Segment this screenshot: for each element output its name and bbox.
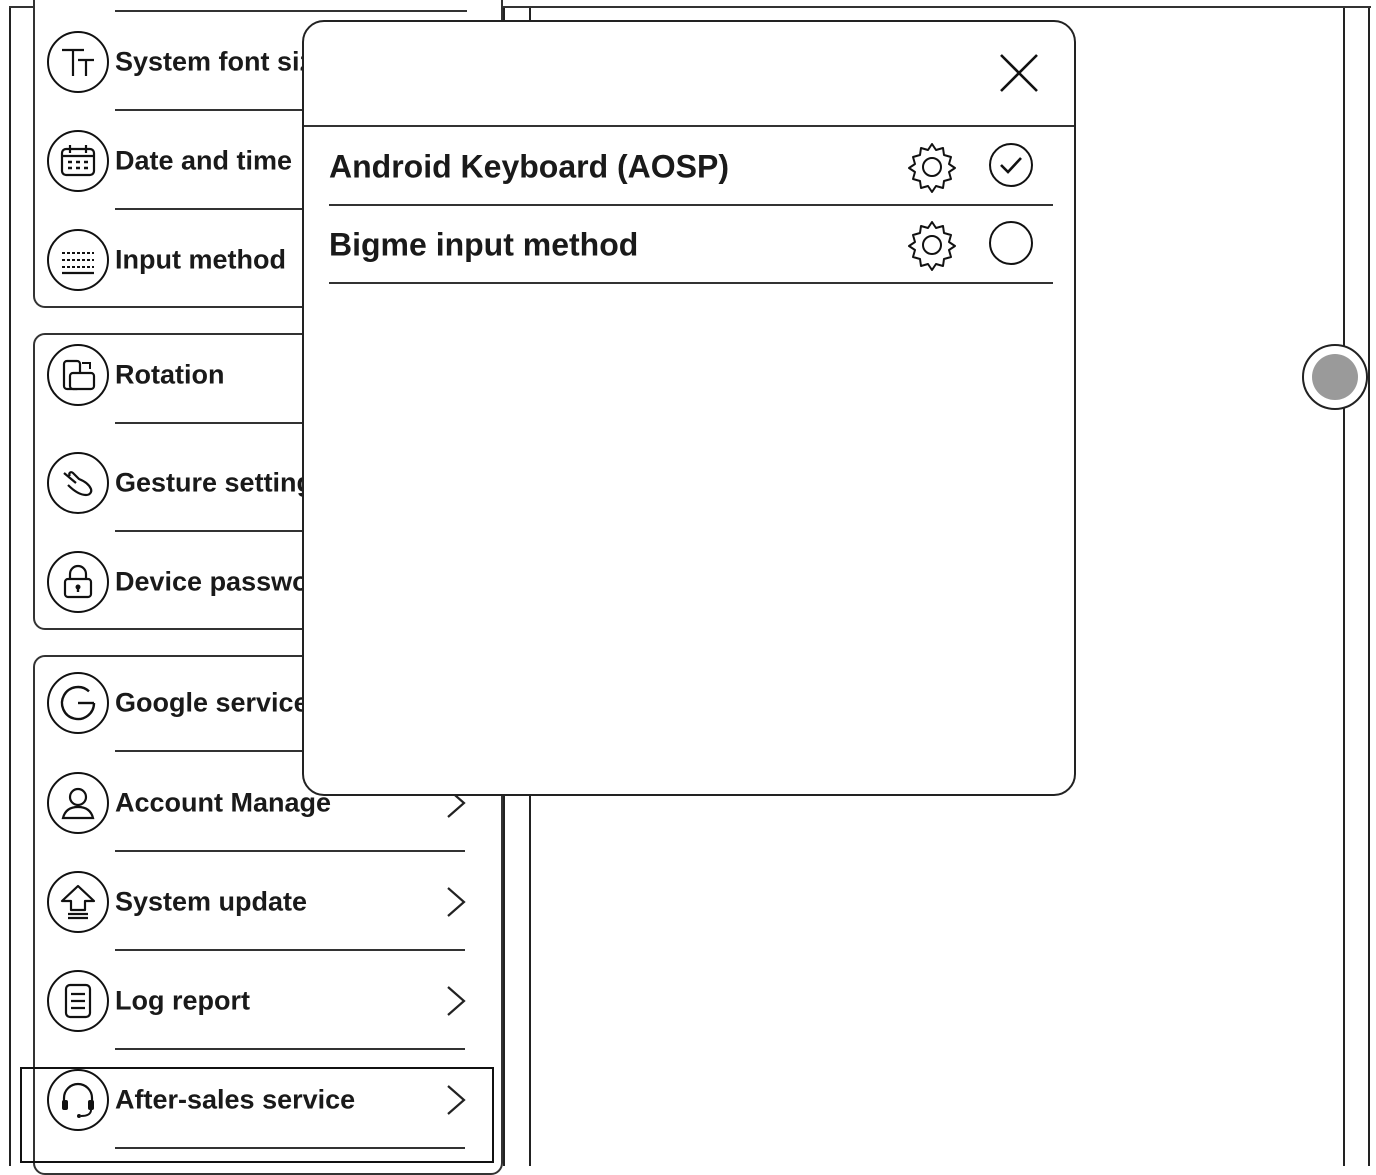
frame-right-line-inner <box>1343 8 1345 1166</box>
row-label: Google service <box>115 687 309 717</box>
row-label: Date and time <box>115 145 293 175</box>
floating-ball-button[interactable] <box>1302 344 1368 410</box>
option-label: Android Keyboard (AOSP) <box>329 148 730 185</box>
dialog-header-divider <box>304 125 1074 127</box>
update-icon <box>47 870 109 933</box>
calendar-icon <box>47 129 109 192</box>
row-label: Log report <box>115 985 250 1015</box>
chevron-right-icon <box>447 985 466 1016</box>
rotation-icon <box>47 343 109 406</box>
google-icon <box>47 671 109 734</box>
frame-left-line <box>9 8 11 1166</box>
frame-right-line-outer <box>1368 8 1370 1166</box>
input-method-option-aosp[interactable]: Android Keyboard (AOSP) <box>329 128 1053 206</box>
option-divider <box>329 282 1053 284</box>
row-system-update[interactable]: System update <box>35 852 501 951</box>
font-size-icon <box>47 30 109 93</box>
row-label: System font size <box>115 46 329 76</box>
gesture-icon <box>47 451 109 514</box>
row-label: Account Manage <box>115 787 332 817</box>
floating-ball-inner <box>1312 354 1358 400</box>
input-method-option-bigme[interactable]: Bigme input method <box>329 206 1053 284</box>
close-icon[interactable] <box>998 52 1040 94</box>
input-method-dialog: Android Keyboard (AOSP) Bigme input meth… <box>302 20 1076 796</box>
gear-icon[interactable] <box>905 218 959 272</box>
radio-selected-checkmark[interactable] <box>989 143 1033 187</box>
account-icon <box>47 771 109 834</box>
document-icon <box>47 969 109 1032</box>
gear-icon[interactable] <box>905 140 959 194</box>
row-log-report[interactable]: Log report <box>35 951 501 1050</box>
selection-highlight-box <box>20 1067 494 1163</box>
row-label: Rotation <box>115 359 225 389</box>
row-label: Gesture settings <box>115 467 329 497</box>
keyboard-icon <box>47 228 109 291</box>
option-label: Bigme input method <box>329 226 639 263</box>
row-label: Input method <box>115 244 286 274</box>
chevron-right-icon <box>447 886 466 917</box>
row-label: System update <box>115 886 308 916</box>
radio-unselected[interactable] <box>989 221 1033 265</box>
lock-icon <box>47 550 109 613</box>
